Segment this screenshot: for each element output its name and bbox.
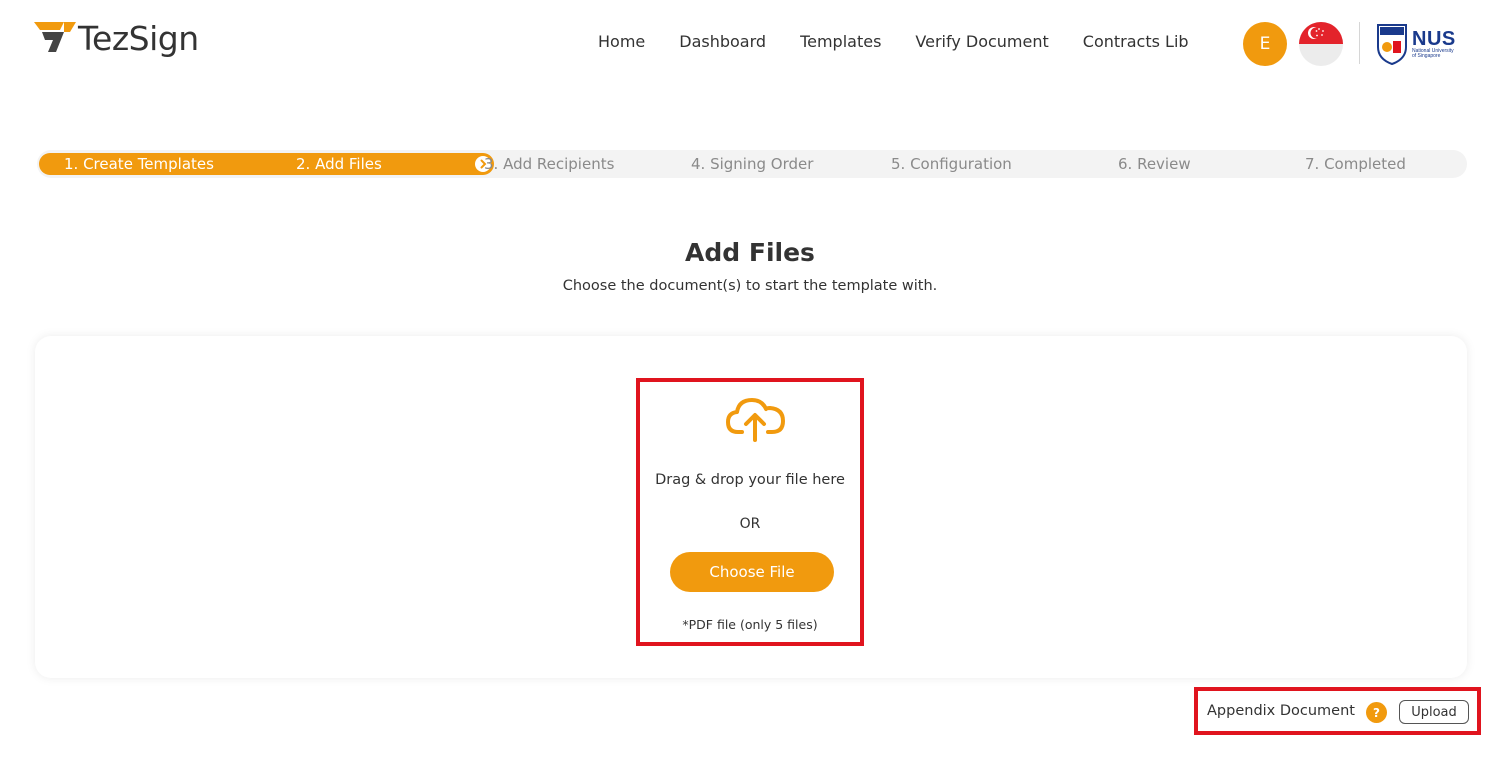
header-divider: [1359, 22, 1360, 64]
progress-stepper: 1. Create Templates 2. Add Files 3. Add …: [37, 150, 1467, 178]
nus-shield-icon: [1377, 24, 1407, 65]
main-nav: Home Dashboard Templates Verify Document…: [598, 32, 1223, 51]
nus-title: NUS: [1412, 28, 1456, 50]
top-header: TezSign Home Dashboard Templates Verify …: [0, 0, 1500, 90]
nav-verify-document[interactable]: Verify Document: [915, 32, 1048, 51]
cloud-upload-icon: [726, 398, 785, 442]
tezsign-logo-icon: [34, 22, 76, 52]
choose-file-button[interactable]: Choose File: [670, 552, 834, 592]
nus-logo: NUS National University of Singapore: [1376, 22, 1468, 66]
page-title: Add Files: [685, 238, 815, 267]
singapore-flag-icon[interactable]: [1299, 22, 1343, 66]
nav-templates[interactable]: Templates: [800, 32, 881, 51]
dropzone-or-separator: OR: [739, 516, 761, 532]
user-avatar[interactable]: E: [1243, 22, 1287, 66]
nus-subtitle-2: of Singapore: [1412, 53, 1441, 59]
step-configuration[interactable]: 5. Configuration: [891, 155, 1012, 173]
page-subtitle: Choose the document(s) to start the temp…: [562, 278, 938, 294]
step-add-recipients[interactable]: 3. Add Recipients: [484, 155, 614, 173]
nav-dashboard[interactable]: Dashboard: [679, 32, 766, 51]
step-add-files[interactable]: 2. Add Files: [296, 155, 382, 173]
appendix-document-label: Appendix Document: [1207, 703, 1355, 719]
appendix-document-section: Appendix Document ? Upload: [1194, 687, 1481, 735]
step-review[interactable]: 6. Review: [1118, 155, 1191, 173]
nav-home[interactable]: Home: [598, 32, 645, 51]
brand-logo[interactable]: TezSign: [34, 20, 199, 56]
dropzone-instruction: Drag & drop your file here: [655, 472, 845, 488]
brand-name: TezSign: [78, 18, 199, 58]
help-icon[interactable]: ?: [1366, 702, 1387, 723]
step-create-templates[interactable]: 1. Create Templates: [64, 155, 214, 173]
appendix-upload-button[interactable]: Upload: [1399, 700, 1469, 724]
file-dropzone[interactable]: Drag & drop your file here OR Choose Fil…: [636, 378, 864, 646]
nav-contracts-lib[interactable]: Contracts Lib: [1083, 32, 1189, 51]
file-type-note: *PDF file (only 5 files): [682, 617, 818, 632]
step-signing-order[interactable]: 4. Signing Order: [691, 155, 813, 173]
step-completed[interactable]: 7. Completed: [1305, 155, 1406, 173]
